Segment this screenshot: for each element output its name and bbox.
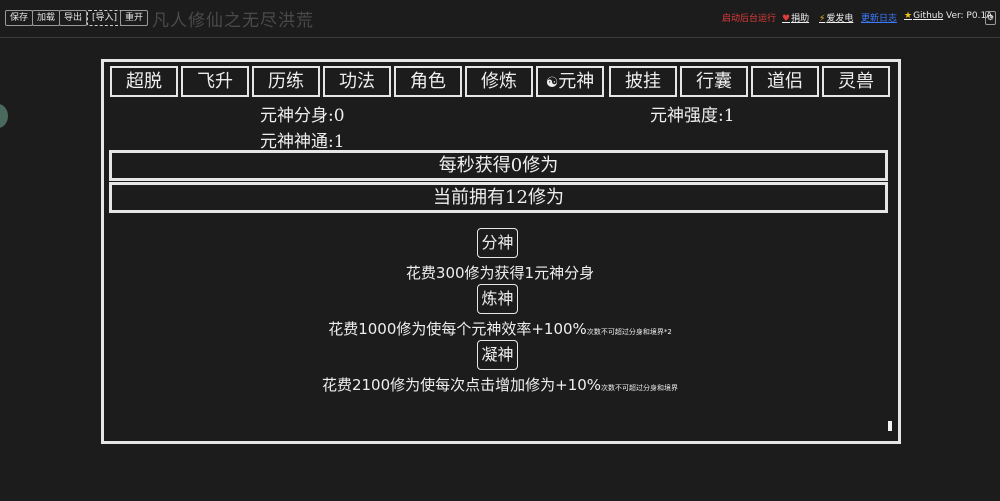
split-spirit-desc-text: 花费300修为获得1元神分身	[405, 264, 595, 282]
changelog-link[interactable]: 更新日志	[861, 11, 897, 24]
lightning-icon: ⚡	[819, 14, 826, 24]
refine-spirit-desc: 花费1000修为使每个元神效率+100%次数不可超过分身和境界*2	[0, 318, 1000, 339]
stat-powers: 元神神通:1	[260, 132, 345, 152]
condense-spirit-note: 次数不可超过分身和境界	[601, 384, 679, 392]
tab-cultivate[interactable]: 修炼	[465, 66, 533, 97]
power-label: 爱发电	[826, 14, 854, 24]
tab-pets[interactable]: 灵兽	[822, 66, 890, 97]
donate-link[interactable]: ♥捐助	[782, 11, 809, 24]
tab-ascend[interactable]: 飞升	[181, 66, 249, 97]
text-cursor	[888, 421, 892, 431]
tab-adventure[interactable]: 历练	[252, 66, 320, 97]
side-handle[interactable]	[0, 104, 8, 128]
restart-button[interactable]: 重开	[120, 10, 149, 26]
condense-spirit-button[interactable]: 凝神	[477, 340, 518, 370]
star-icon: ★	[904, 11, 913, 21]
donate-label: 捐助	[791, 14, 810, 24]
tab-transcend[interactable]: 超脱	[110, 66, 178, 97]
load-button[interactable]: 加载	[32, 10, 61, 26]
github-link[interactable]: ★Github	[904, 11, 943, 21]
refine-spirit-note: 次数不可超过分身和境界*2	[586, 328, 672, 336]
tab-equipment[interactable]: 披挂	[609, 66, 677, 97]
tab-partner[interactable]: 道侣	[751, 66, 819, 97]
power-link[interactable]: ⚡爱发电	[819, 11, 853, 24]
split-spirit-button[interactable]: 分神	[477, 228, 518, 258]
condense-spirit-desc: 花费2100修为使每次点击增加修为+10%次数不可超过分身和境界	[0, 374, 1000, 395]
tab-character[interactable]: 角色	[394, 66, 462, 97]
gear-icon: ⚙	[986, 13, 995, 22]
stat-strength: 元神强度:1	[650, 106, 735, 126]
condense-spirit-desc-text: 花费2100修为使每次点击增加修为+10%	[321, 376, 602, 394]
save-button[interactable]: 保存	[5, 10, 34, 26]
current-total-bar: 当前拥有12修为	[109, 182, 888, 213]
background-run-link[interactable]: 启动后台运行	[722, 11, 776, 24]
import-button[interactable]: [导入]	[87, 10, 123, 26]
split-spirit-desc: 花费300修为获得1元神分身	[0, 262, 1000, 283]
heart-icon: ♥	[782, 14, 791, 24]
refine-spirit-desc-text: 花费1000修为使每个元神效率+100%	[328, 320, 587, 338]
tab-techniques[interactable]: 功法	[323, 66, 391, 97]
github-label: Github	[913, 11, 944, 21]
stat-clones: 元神分身:0	[260, 106, 345, 126]
refine-spirit-button[interactable]: 炼神	[477, 284, 518, 314]
export-button[interactable]: 导出	[59, 10, 88, 26]
tab-spirit[interactable]: ☯元神	[536, 66, 604, 97]
tab-spirit-label: 元神	[558, 71, 595, 92]
tab-inventory[interactable]: 行囊	[680, 66, 748, 97]
yin-yang-icon: ☯	[545, 75, 559, 91]
per-second-bar: 每秒获得0修为	[109, 150, 888, 181]
settings-button[interactable]: ⚙	[985, 11, 996, 25]
app-title: 凡人修仙之无尽洪荒	[152, 11, 314, 31]
top-bar: 保存 加载 导出 [导入] 重开 凡人修仙之无尽洪荒 启动后台运行 ♥捐助 ⚡爱…	[0, 0, 1000, 38]
